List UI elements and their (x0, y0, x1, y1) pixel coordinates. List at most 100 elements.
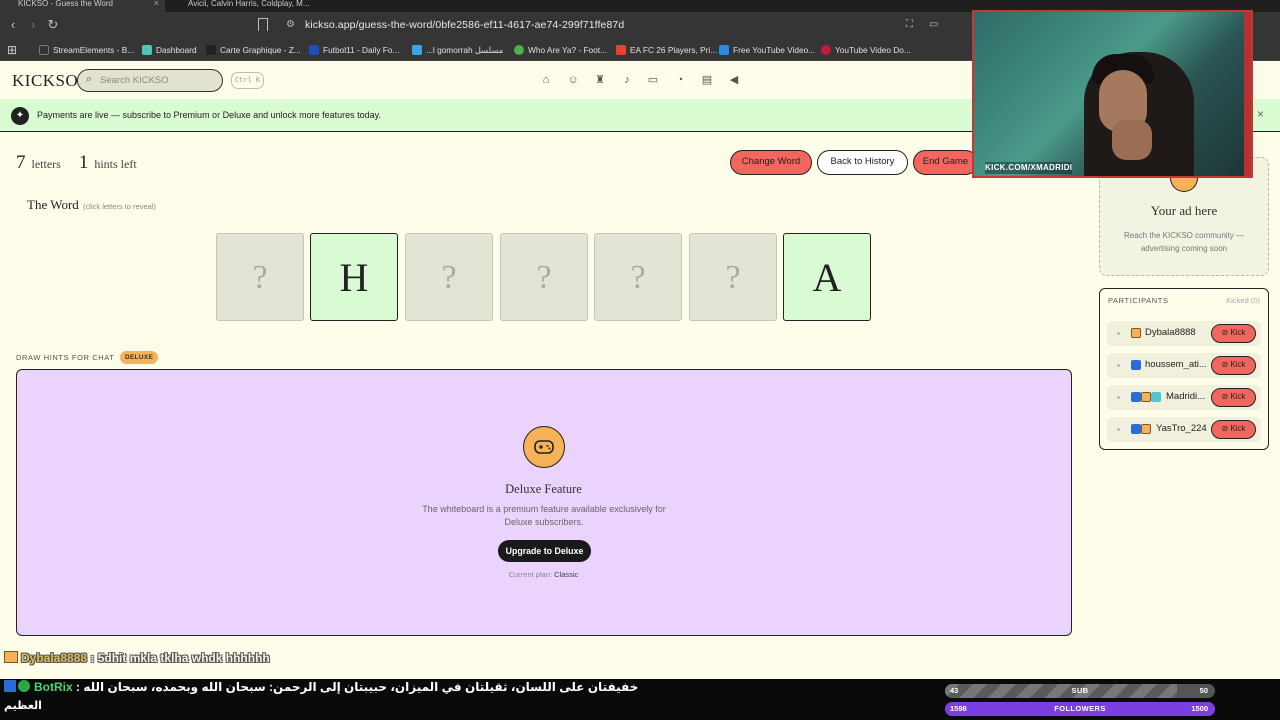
letter-tile[interactable]: H (310, 233, 398, 321)
kick-button[interactable]: ⊘ Kick (1211, 356, 1256, 375)
follower-goal-label: FOLLOWERS (1054, 704, 1106, 713)
bookmark-whoareya[interactable]: Who Are Ya? - Foot... (514, 43, 607, 57)
gamepad-icon (523, 426, 565, 468)
search-input[interactable] (100, 73, 215, 87)
word-hint: (click letters to reveal) (83, 202, 156, 211)
participant-name: YasTro_224 (1156, 423, 1207, 434)
verified-icon (1131, 392, 1141, 402)
kick-button[interactable]: ⊘ Kick (1211, 420, 1256, 439)
tab-title: Avicii, Calvin Harris, Coldplay, M... (188, 0, 310, 8)
tab-music[interactable]: Avicii, Calvin Harris, Coldplay, M... (170, 0, 340, 12)
kick-label: Kick (1230, 328, 1246, 337)
bookmark-label: Carte Graphique - Z... (220, 45, 301, 55)
bookmark-icon[interactable] (258, 18, 268, 31)
users-icon[interactable]: ☺ (565, 72, 581, 88)
kick-label: Kick (1230, 392, 1246, 401)
bookmark-freeyoutube[interactable]: Free YouTube Video... (719, 43, 815, 57)
bookmark-dashboard[interactable]: Dashboard (142, 43, 197, 57)
hints-count: 1 (78, 152, 89, 173)
tab-kickso[interactable]: KICKSO - Guess the Word × (0, 0, 165, 12)
apps-icon[interactable]: ⊞ (7, 44, 19, 56)
status-dot (1117, 364, 1120, 367)
search-icon: ⌕ (86, 73, 93, 85)
status-dot (1117, 396, 1120, 399)
favicon-icon (142, 45, 152, 55)
game-counts: 7 letters 1 hints left (16, 152, 137, 174)
bookmark-label: Dashboard (156, 45, 197, 55)
streamer-hand (1112, 120, 1152, 160)
letter-tile[interactable]: ? (500, 233, 588, 321)
sub-goal-bar: 43 SUB 50 (945, 684, 1215, 698)
chat-separator: : (87, 651, 98, 665)
megaphone-icon[interactable]: ◀ (726, 72, 742, 88)
search-box[interactable]: ⌕ (77, 69, 223, 92)
translate-icon[interactable]: ⛶ (906, 19, 913, 30)
bookmark-carte[interactable]: Carte Graphique - Z... (206, 43, 301, 57)
home-icon[interactable]: ⌂ (538, 72, 554, 88)
favicon-icon (821, 45, 831, 55)
upgrade-to-deluxe-button[interactable]: Upgrade to Deluxe (498, 540, 591, 562)
back-icon[interactable]: ‹ (5, 17, 21, 33)
banner-close-icon[interactable]: × (1257, 107, 1264, 121)
site-logo[interactable]: KICKSO (12, 71, 78, 91)
webcam-overlay: KICK.COM/XMADRIDI (972, 10, 1253, 178)
feature-description: The whiteboard is a premium feature avai… (422, 504, 666, 527)
plan-value: Classic (554, 570, 579, 579)
deluxe-badge: DELUXE (120, 351, 159, 364)
letters-label: letters (31, 157, 61, 171)
sub-goal-label: SUB (1071, 686, 1089, 695)
favicon-icon (39, 45, 49, 55)
change-word-button[interactable]: Change Word (730, 150, 812, 175)
bookmark-eafc[interactable]: EA FC 26 Players, Pri... (616, 43, 717, 57)
participant-row: Dybala8888 ⊘ Kick (1107, 321, 1261, 346)
cam-handle: KICK.COM/XMADRIDI (985, 162, 1073, 174)
follower-goal-target: 1500 (1191, 704, 1208, 713)
whiteboard-panel: Deluxe Feature The whiteboard is a premi… (16, 369, 1072, 636)
bookmark-streamelements[interactable]: StreamElements - B... (39, 43, 134, 57)
letter-tile[interactable]: ? (689, 233, 777, 321)
kick-label: Kick (1230, 424, 1246, 433)
participant-row: houssem_ati... ⊘ Kick (1107, 353, 1261, 378)
url-text[interactable]: kickso.app/guess-the-word/0bfe2586-ef11-… (305, 19, 624, 31)
participant-name: houssem_ati... (1145, 359, 1207, 370)
letter-tile[interactable]: A (783, 233, 871, 321)
cast-icon[interactable]: ▭ (929, 19, 938, 30)
bookmark-futbol11[interactable]: Futbol11 - Daily Fo... (309, 43, 399, 57)
letters-count: 7 (16, 152, 26, 173)
participant-row: Madridi... ⊘ Kick (1107, 385, 1261, 410)
word-title-text: The Word (27, 197, 79, 212)
crown-icon (4, 651, 18, 663)
letter-tile[interactable]: ? (405, 233, 493, 321)
participant-name: Dybala8888 (1145, 327, 1196, 338)
bookmark-youtubevideo[interactable]: YouTube Video Do... (821, 43, 911, 57)
follower-goal-bar: 1598 FOLLOWERS 1500 (945, 702, 1215, 716)
bookmark-label: YouTube Video Do... (835, 45, 911, 55)
stream-bottom-bar: BotRix : خفيفتان على اللسان، ثقيلتان في … (0, 679, 1280, 720)
bookmark-gomorrah[interactable]: ...l gomorrah مسلسل (412, 43, 503, 57)
letter-tile[interactable]: ? (216, 233, 304, 321)
bot-message: BotRix : خفيفتان على اللسان، ثقيلتان في … (4, 680, 638, 694)
trophy-icon[interactable]: ♜ (592, 72, 608, 88)
news-icon[interactable]: ▤ (699, 72, 715, 88)
forward-icon[interactable]: › (25, 17, 41, 33)
end-game-button[interactable]: End Game (913, 150, 978, 175)
hints-label: hints left (94, 157, 137, 171)
kicked-count: Kicked (0) (1226, 296, 1260, 305)
kick-button[interactable]: ⊘ Kick (1211, 324, 1256, 343)
crown-icon (1131, 328, 1141, 338)
letter-tile[interactable]: ? (594, 233, 682, 321)
verified-icon (1131, 360, 1141, 370)
reload-icon[interactable]: ↻ (45, 17, 61, 33)
back-to-history-button[interactable]: Back to History (817, 150, 908, 175)
chat-text: 5dhit mkla tklha whdk hhhhhh (97, 651, 270, 665)
draw-hints-label: DRAW HINTS FOR CHAT (16, 353, 115, 362)
mic-icon[interactable]: ♪ (619, 72, 635, 88)
sub-goal-target: 50 (1199, 686, 1208, 695)
site-info-icon[interactable]: ⚙ (286, 20, 298, 30)
monitor-icon[interactable]: ▭ (645, 72, 661, 88)
cam-border-bar (1244, 12, 1251, 176)
tab-close-icon[interactable]: × (154, 0, 159, 8)
chart-icon[interactable]: ◔ (672, 72, 688, 88)
participants-panel: PARTICIPANTS Kicked (0) Dybala8888 ⊘ Kic… (1099, 288, 1269, 450)
kick-button[interactable]: ⊘ Kick (1211, 388, 1256, 407)
